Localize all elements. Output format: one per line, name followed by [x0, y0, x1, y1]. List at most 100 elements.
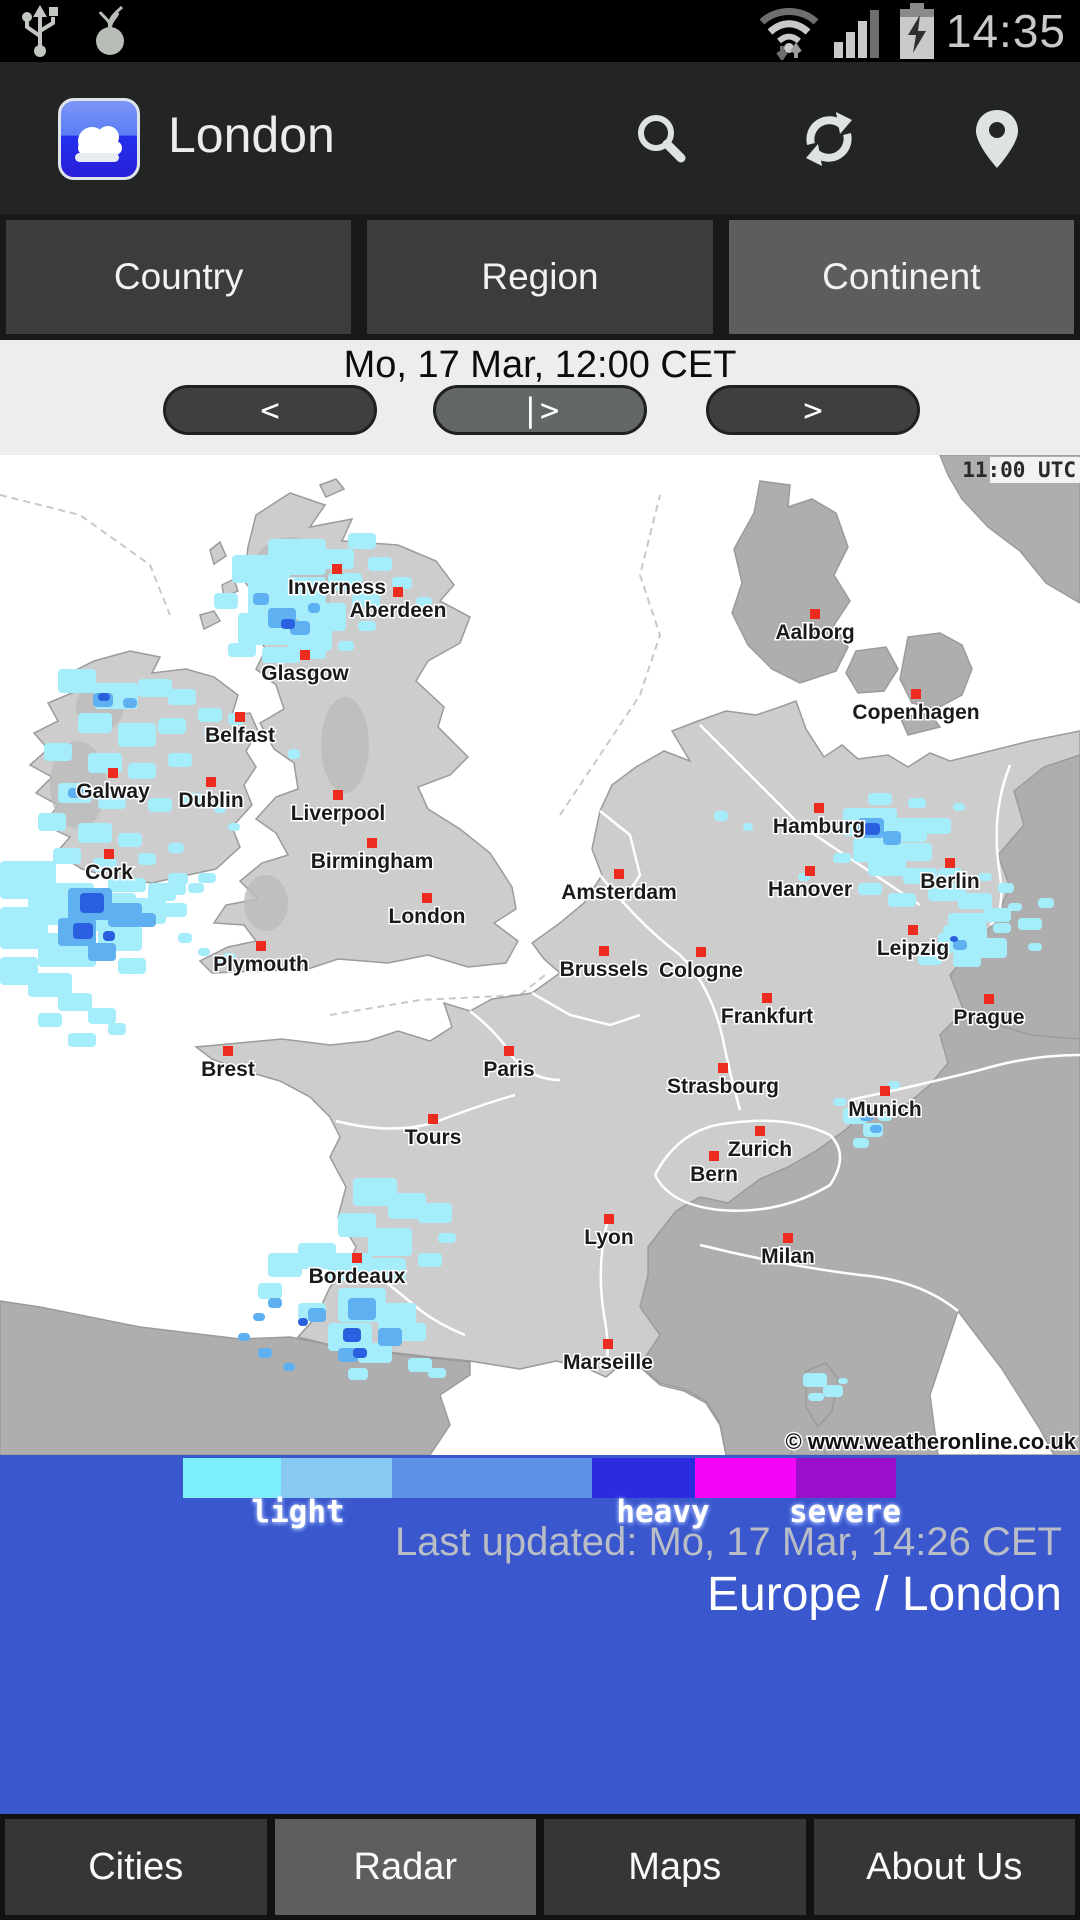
city-marker [755, 1126, 765, 1136]
rain-cell-light [168, 843, 184, 853]
tab-region[interactable]: Region [367, 220, 712, 334]
city-marker [984, 994, 994, 1004]
map-copyright: © www.weatheronline.co.uk [786, 1429, 1077, 1454]
rain-cell-light [53, 848, 81, 864]
rain-cell-light [868, 858, 906, 876]
location-pin-icon[interactable] [966, 108, 1028, 170]
time-navigation-bar: Mo, 17 Mar, 12:00 CET < |> > [0, 340, 1080, 455]
city-marker [604, 1214, 614, 1224]
rain-cell-light [953, 953, 981, 967]
rain-cell-light [368, 1228, 412, 1256]
city-label: Berlin [920, 870, 980, 893]
rain-cell-medium [138, 913, 156, 927]
tab-continent[interactable]: Continent [729, 220, 1074, 334]
rain-cell-light [338, 641, 354, 651]
rain-cell-light [438, 1233, 456, 1243]
city-label: Milan [761, 1245, 815, 1268]
city-marker [762, 993, 772, 1003]
usb-icon [18, 4, 62, 58]
rain-cell-light [158, 718, 186, 734]
legend-label-light: light [251, 1494, 344, 1530]
rain-cell-light [258, 1283, 282, 1299]
weather-radar-app: 14:35 London Country [0, 0, 1080, 1920]
rain-cell-light [128, 763, 156, 779]
rain-cell-light [163, 903, 187, 917]
rain-cell-medium [238, 1333, 250, 1341]
rain-cell-light [983, 908, 1011, 922]
signal-icon [832, 2, 888, 60]
city-marker [603, 1339, 613, 1349]
city-marker [945, 858, 955, 868]
city-marker [352, 1253, 362, 1263]
legend-footer: lightheavysevere Last updated: Mo, 17 Ma… [0, 1455, 1080, 1814]
city-marker [206, 777, 216, 787]
city-label: Tours [405, 1126, 462, 1149]
legend-swatch-very-heavy-rain [695, 1458, 796, 1498]
city-label: Frankfurt [721, 1005, 813, 1028]
legend-swatch-severe-rain [796, 1458, 896, 1498]
map-timestamp: 11:00 UTC [962, 458, 1076, 482]
rain-cell-light [823, 1385, 843, 1397]
next-frame-button[interactable]: > [706, 385, 920, 435]
rain-cell-heavy [103, 931, 115, 941]
nav-cities[interactable]: Cities [5, 1819, 267, 1915]
city-marker [908, 925, 918, 935]
rain-cell-light [908, 798, 926, 808]
rain-cell-light [998, 883, 1014, 893]
city-marker [718, 1063, 728, 1073]
rain-cell-light [358, 621, 376, 631]
city-label: Strasbourg [667, 1075, 779, 1098]
rain-cell-light [398, 1323, 426, 1341]
battery-charging-icon [898, 3, 936, 59]
rain-cell-medium [108, 903, 142, 927]
city-label: Lyon [584, 1226, 633, 1249]
rain-cell-light [214, 593, 238, 609]
rain-cell-medium [870, 1125, 882, 1133]
rain-cell-light [178, 933, 192, 943]
rain-cell-light [418, 1203, 452, 1223]
city-label: London [389, 905, 466, 928]
rain-cell-light [198, 948, 210, 956]
play-animation-button[interactable]: |> [433, 385, 647, 435]
rain-cell-light [268, 1253, 302, 1277]
rain-cell-light [1018, 918, 1042, 930]
rain-cell-light [118, 723, 156, 747]
rain-cell-light [1028, 943, 1042, 951]
radar-map[interactable]: InvernessAberdeenGlasgowBelfastGalwayDub… [0, 455, 1080, 1455]
nav-radar[interactable]: Radar [275, 1819, 537, 1915]
rain-cell-light [58, 993, 92, 1011]
rain-cell-light [808, 1393, 824, 1401]
rain-cell-light [38, 1013, 62, 1027]
status-clock: 14:35 [946, 4, 1066, 58]
search-icon[interactable] [630, 108, 692, 170]
rain-cell-heavy [343, 1328, 361, 1342]
rain-cell-medium [268, 1298, 282, 1308]
rain-cell-light [348, 533, 376, 549]
rain-cell-light [743, 823, 753, 831]
city-label: Aberdeen [350, 599, 447, 622]
rain-cell-light [714, 811, 728, 821]
city-marker [108, 768, 118, 778]
city-label: Bern [690, 1163, 738, 1186]
rain-cell-light [978, 873, 992, 881]
city-marker [393, 587, 403, 597]
rain-cell-light [138, 853, 156, 865]
city-label: Aalborg [775, 621, 854, 644]
rain-cell-light [78, 823, 112, 843]
tab-country[interactable]: Country [6, 220, 351, 334]
refresh-icon[interactable] [798, 108, 860, 170]
rain-cell-light [118, 958, 146, 974]
rain-cell-heavy [353, 1348, 367, 1358]
rain-cell-light [138, 679, 172, 697]
previous-frame-button[interactable]: < [163, 385, 377, 435]
app-bar: London [0, 62, 1080, 214]
rain-cell-medium [88, 943, 116, 961]
rain-cell-light [228, 643, 256, 657]
rain-cell-medium [883, 831, 901, 845]
city-marker [614, 869, 624, 879]
rain-cell-light [168, 689, 196, 705]
rain-cell-medium [123, 698, 137, 708]
nav-about-us[interactable]: About Us [814, 1819, 1076, 1915]
city-marker [332, 564, 342, 574]
nav-maps[interactable]: Maps [544, 1819, 806, 1915]
